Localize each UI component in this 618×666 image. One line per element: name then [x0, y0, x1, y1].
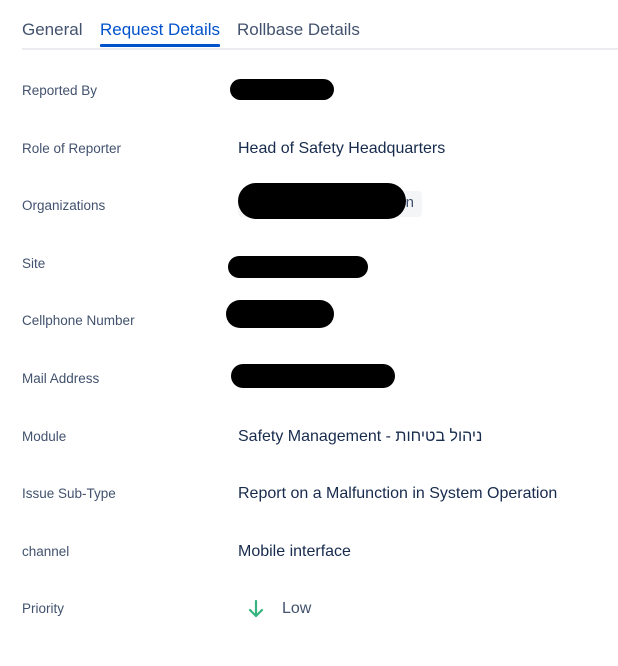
issue-sub-type-value: Report on a Malfunction in System Operat… — [238, 485, 558, 502]
tab-bar: General Request Details Rollbase Details — [22, 0, 618, 50]
reported-by-label: Reported By — [22, 83, 98, 98]
field-role-of-reporter: Role of Reporter Head of Safety Headquar… — [0, 138, 618, 162]
tab-request-details[interactable]: Request Details — [100, 20, 220, 40]
organizations-label: Organizations — [22, 198, 106, 213]
module-label: Module — [22, 429, 67, 444]
redaction-mark — [230, 79, 334, 100]
role-of-reporter-label: Role of Reporter — [22, 141, 122, 156]
priority-value: Low — [282, 600, 312, 617]
field-organizations: Organizations on — [0, 183, 618, 219]
role-of-reporter-value: Head of Safety Headquarters — [238, 140, 446, 157]
active-tab-indicator — [100, 44, 220, 47]
channel-value: Mobile interface — [238, 543, 351, 560]
field-priority: Priority Low — [0, 598, 618, 622]
redaction-mark — [231, 364, 395, 388]
channel-label: channel — [22, 544, 70, 559]
field-mail-address: Mail Address ssim — [0, 364, 618, 392]
field-cellphone-number: Cellphone Number — [0, 300, 618, 334]
cellphone-number-label: Cellphone Number — [22, 313, 135, 328]
issue-sub-type-label: Issue Sub-Type — [22, 486, 116, 501]
priority-label: Priority — [22, 601, 65, 616]
tab-general[interactable]: General — [22, 20, 82, 40]
site-label: Site — [22, 256, 46, 271]
redaction-mark — [226, 300, 334, 328]
field-module: Module Safety Management - ניהול בטיחות — [0, 426, 618, 450]
mail-address-label: Mail Address — [22, 371, 100, 386]
redaction-mark — [238, 183, 406, 219]
arrow-down-icon — [248, 599, 264, 618]
field-site: Site — [0, 253, 618, 278]
field-channel: channel Mobile interface — [0, 541, 618, 565]
redaction-mark — [228, 256, 368, 278]
tab-rollbase-details[interactable]: Rollbase Details — [237, 20, 360, 40]
module-value: Safety Management - ניהול בטיחות — [238, 428, 483, 445]
field-issue-sub-type: Issue Sub-Type Report on a Malfunction i… — [0, 483, 618, 507]
field-reported-by: Reported By — [0, 79, 618, 104]
